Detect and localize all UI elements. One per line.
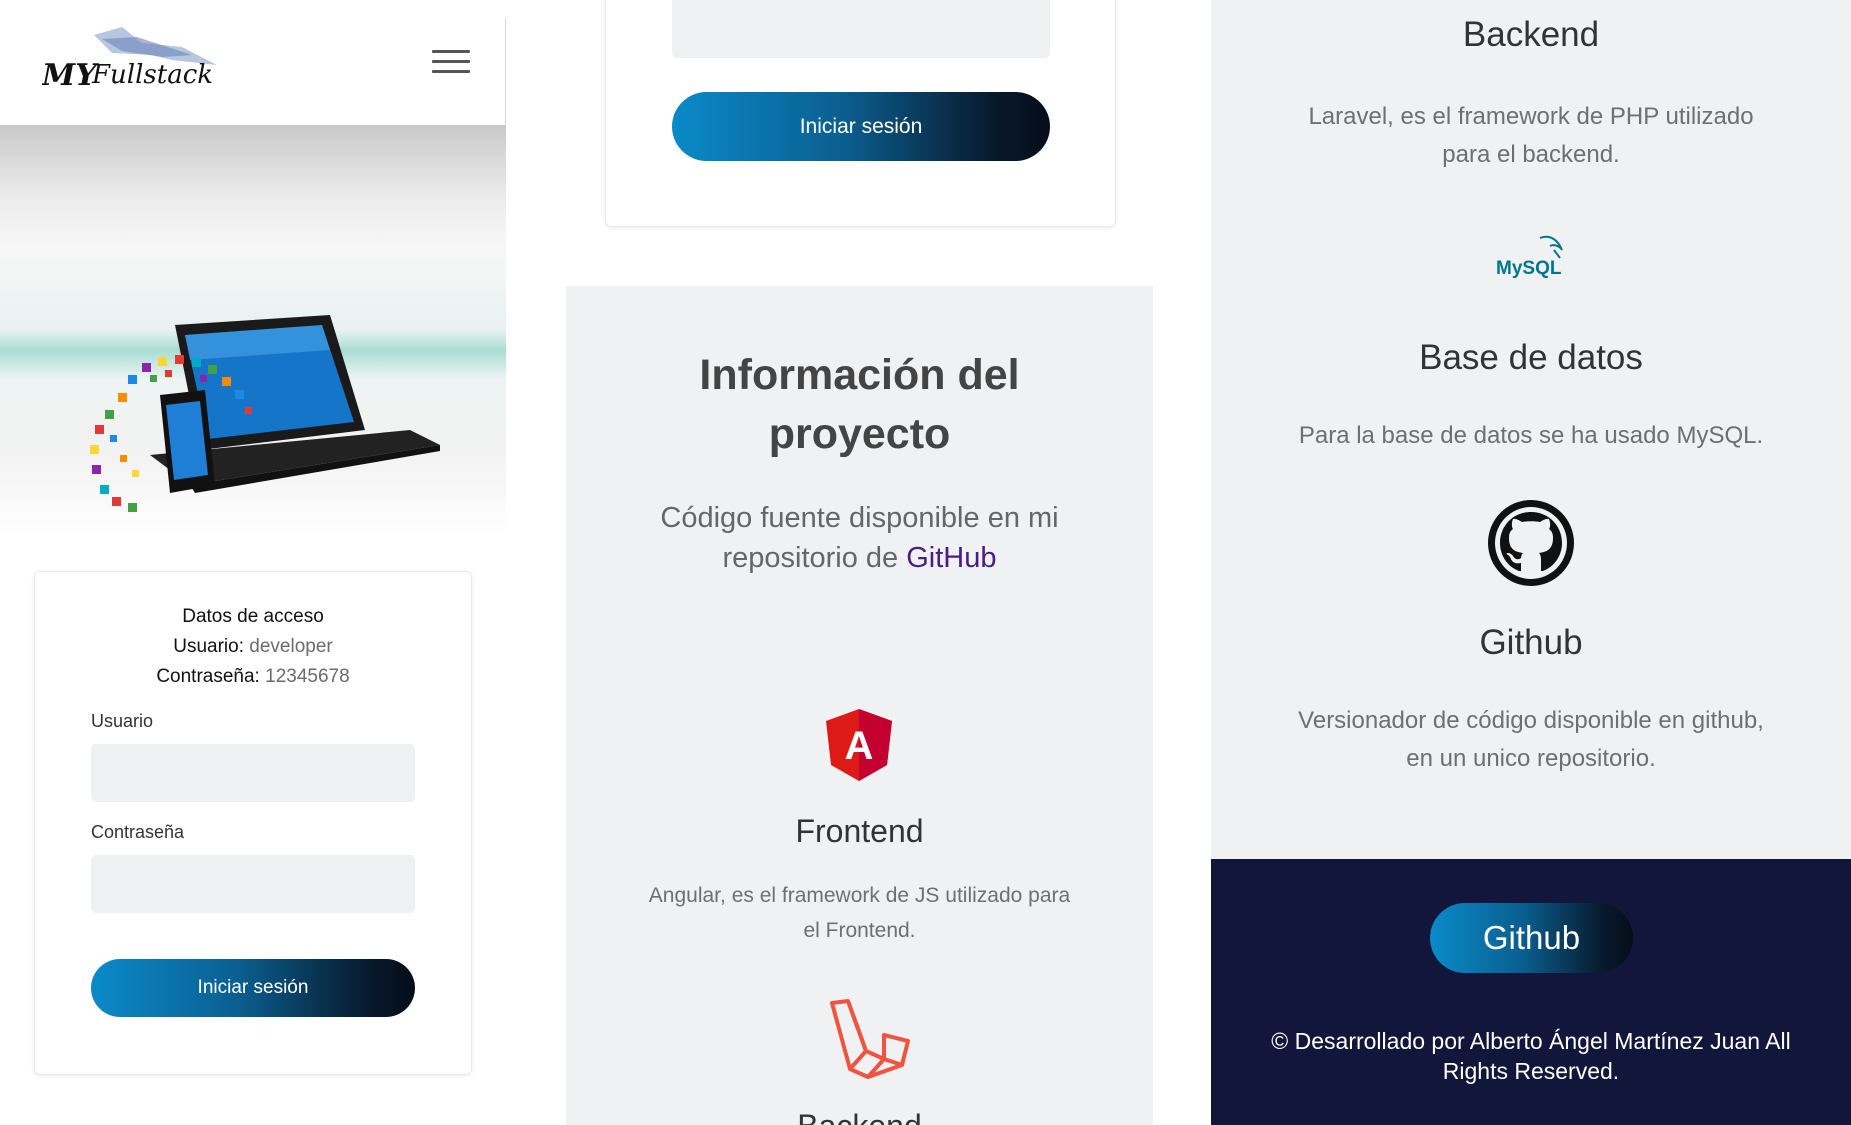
svg-text:Fullstack: Fullstack bbox=[91, 60, 213, 90]
brand-logo[interactable]: MY Fullstack bbox=[41, 25, 222, 95]
github-repo-link[interactable]: GitHub bbox=[906, 542, 996, 574]
project-info-section: Información del proyecto Código fuente d… bbox=[566, 286, 1153, 1125]
github-icon bbox=[1488, 500, 1574, 586]
frontend-description: Angular, es el framework de JS utilizado… bbox=[648, 884, 1071, 942]
navbar: MY Fullstack bbox=[0, 0, 506, 125]
database-block: Base de datos Para la base de datos se h… bbox=[1211, 335, 1851, 455]
copyright-text: © Desarrollado por Alberto Ángel Martíne… bbox=[1271, 1028, 1791, 1084]
username-label: Usuario bbox=[91, 711, 154, 731]
github-description: Versionador de código disponible en gith… bbox=[1298, 707, 1764, 772]
footer: Github © Desarrollado por Alberto Ángel … bbox=[1211, 859, 1851, 1125]
username-input[interactable] bbox=[91, 744, 415, 802]
password-credential-label: Contraseña: bbox=[156, 666, 260, 687]
backend-description: Laravel, es el framework de PHP utilizad… bbox=[1308, 103, 1754, 168]
password-credential-value: 12345678 bbox=[265, 666, 350, 687]
mobile-view-info: Iniciar sesión Información del proyecto … bbox=[508, 0, 1210, 1125]
password-input[interactable] bbox=[672, 0, 1050, 58]
menu-toggle-icon[interactable] bbox=[432, 50, 470, 76]
github-button[interactable]: Github bbox=[1430, 903, 1633, 973]
database-title: Base de datos bbox=[1419, 338, 1643, 377]
mysql-icon: MySQL bbox=[1496, 235, 1563, 279]
user-credential-value: developer bbox=[249, 636, 333, 657]
laravel-icon bbox=[830, 999, 910, 1079]
project-info-title: Información del proyecto bbox=[699, 351, 1020, 458]
access-credentials: Datos de acceso Usuario: developer Contr… bbox=[35, 602, 471, 692]
login-button[interactable]: Iniciar sesión bbox=[672, 92, 1050, 161]
login-button[interactable]: Iniciar sesión bbox=[91, 959, 415, 1017]
frontend-title: Frontend bbox=[795, 813, 924, 849]
angular-icon: A bbox=[826, 709, 892, 781]
mobile-view-tech: Backend Laravel, es el framework de PHP … bbox=[1211, 0, 1851, 1125]
credentials-heading: Datos de acceso bbox=[182, 606, 324, 627]
backend-title: Backend bbox=[1462, 15, 1600, 54]
mobile-view-login: MY Fullstack Datos de acceso Usuario: de… bbox=[0, 0, 506, 1125]
github-block: Github Versionador de código disponible … bbox=[1211, 620, 1851, 778]
backend-block: Backend Laravel, es el framework de PHP … bbox=[1211, 12, 1851, 174]
user-credential-label: Usuario: bbox=[173, 636, 244, 657]
svg-text:MY: MY bbox=[42, 58, 99, 93]
password-label: Contraseña bbox=[91, 822, 185, 842]
svg-text:A: A bbox=[845, 724, 874, 768]
project-info-subtitle: Código fuente disponible en mi repositor… bbox=[660, 502, 1059, 574]
github-title: Github bbox=[1479, 623, 1583, 662]
database-description: Para la base de datos se ha usado MySQL. bbox=[1298, 422, 1764, 449]
svg-text:MySQL: MySQL bbox=[1496, 258, 1562, 279]
backend-title-partial: Backend bbox=[566, 1108, 1153, 1125]
hero-image bbox=[0, 125, 506, 535]
login-card: Datos de acceso Usuario: developer Contr… bbox=[34, 571, 472, 1075]
password-input[interactable] bbox=[91, 855, 415, 913]
